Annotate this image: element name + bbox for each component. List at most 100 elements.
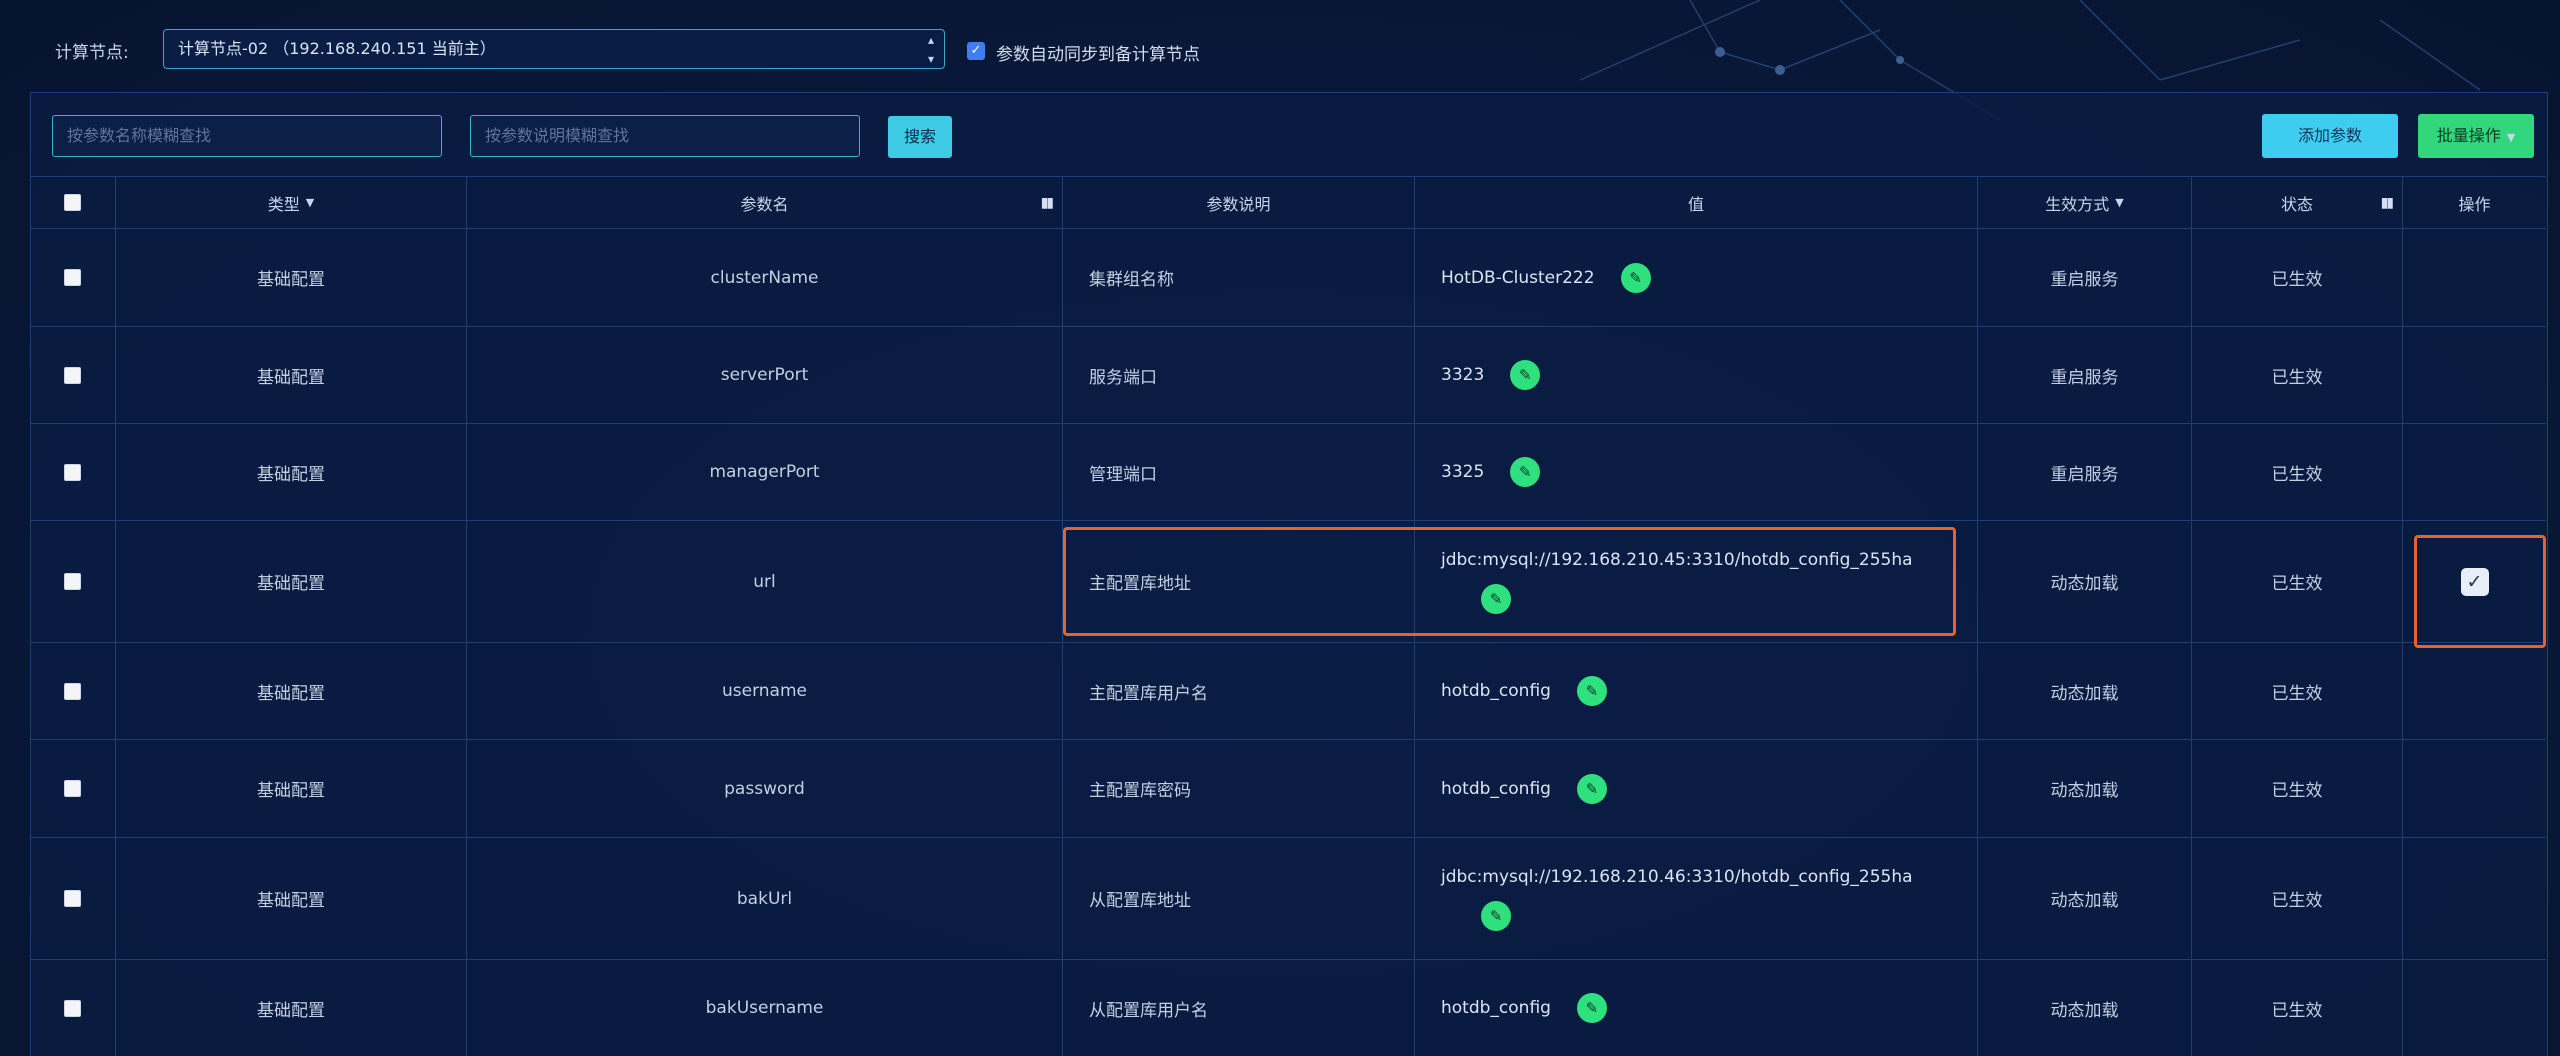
header-select-all-cell xyxy=(30,177,115,228)
pencil-icon[interactable]: ✎ xyxy=(1576,676,1607,706)
node-select-value: 计算节点-02 （192.168.240.151 当前主） xyxy=(178,39,496,58)
search-button[interactable]: 搜索 xyxy=(888,116,952,158)
status-cell: 已生效 xyxy=(2191,229,2402,326)
value-cell: HotDB-Cluster222 ✎ xyxy=(1414,229,1977,326)
value-text: hotdb_config xyxy=(1441,681,1551,701)
row-select-cell xyxy=(30,521,115,642)
status-cell: 已生效 xyxy=(2191,838,2402,959)
type-cell: 基础配置 xyxy=(115,838,466,959)
mode-cell: 动态加载 xyxy=(1977,838,2191,959)
row-checkbox[interactable] xyxy=(64,999,81,1017)
node-select[interactable]: 计算节点-02 （192.168.240.151 当前主） ▴ ▾ xyxy=(163,29,945,69)
header-op: 操作 xyxy=(2402,177,2546,228)
row-select-cell xyxy=(30,740,115,837)
table-row: 基础配置 password 主配置库密码 hotdb_config ✎ 动态加载 … xyxy=(30,739,2546,837)
row-checkbox[interactable] xyxy=(64,780,81,797)
desc-cell: 主配置库密码 xyxy=(1062,740,1414,837)
header-value-label: 值 xyxy=(1687,194,1704,214)
search-name-placeholder: 按参数名称模糊查找 xyxy=(67,126,212,145)
row-select-cell xyxy=(30,229,115,326)
row-checkbox[interactable] xyxy=(64,269,81,286)
top-toolbar: 计算节点: 计算节点-02 （192.168.240.151 当前主） ▴ ▾ ✓… xyxy=(0,0,2560,92)
op-cell xyxy=(2402,960,2546,1056)
mode-cell: 重启服务 xyxy=(1977,327,2191,423)
name-cell: username xyxy=(466,643,1062,739)
name-cell: url xyxy=(466,521,1062,642)
header-desc-label: 参数说明 xyxy=(1206,194,1271,214)
row-checkbox[interactable] xyxy=(64,573,81,590)
name-cell: managerPort xyxy=(466,424,1062,520)
header-type-label: 类型 xyxy=(267,194,300,214)
type-cell: 基础配置 xyxy=(115,643,466,739)
value-cell: hotdb_config ✎ xyxy=(1414,960,1977,1056)
mode-cell: 重启服务 xyxy=(1977,229,2191,326)
op-cell xyxy=(2402,424,2546,520)
status-cell: 已生效 xyxy=(2191,960,2402,1056)
table-header: 类型 ▼ 参数名 ▮▮ 参数说明 值 生效方式 ▼ 状态 ▮▮ 操作 xyxy=(30,176,2546,228)
value-cell: 3325 ✎ xyxy=(1414,424,1977,520)
status-cell: 已生效 xyxy=(2191,424,2402,520)
desc-cell: 从配置库地址 xyxy=(1062,838,1414,959)
header-type[interactable]: 类型 ▼ xyxy=(115,177,466,228)
pencil-icon[interactable]: ✎ xyxy=(1620,262,1651,293)
op-cell xyxy=(2402,643,2546,739)
search-name-input[interactable]: 按参数名称模糊查找 xyxy=(52,115,442,157)
header-mode[interactable]: 生效方式 ▼ xyxy=(1977,177,2191,228)
status-cell: 已生效 xyxy=(2191,740,2402,837)
pencil-icon[interactable]: ✎ xyxy=(1510,457,1541,487)
type-cell: 基础配置 xyxy=(115,740,466,837)
table-row: 基础配置 managerPort 管理端口 3325 ✎ 重启服务 已生效 xyxy=(30,423,2546,520)
row-checkbox[interactable] xyxy=(64,682,81,700)
search-desc-placeholder: 按参数说明模糊查找 xyxy=(485,126,630,145)
batch-ops-button[interactable]: 批量操作 ▼ xyxy=(2418,114,2534,158)
caret-down-icon: ▼ xyxy=(2115,196,2124,209)
op-cell xyxy=(2402,838,2546,959)
header-name: 参数名 ▮▮ xyxy=(466,177,1062,228)
value-cell: jdbc:mysql://192.168.210.46:3310/hotdb_c… xyxy=(1414,838,1977,959)
filter-icon[interactable]: ▮▮ xyxy=(1041,195,1054,211)
pencil-icon[interactable]: ✎ xyxy=(1576,773,1607,804)
mode-cell: 动态加载 xyxy=(1977,740,2191,837)
row-select-cell xyxy=(30,643,115,739)
pencil-icon[interactable]: ✎ xyxy=(1481,900,1511,931)
table-row: 基础配置 username 主配置库用户名 hotdb_config ✎ 动态加载… xyxy=(30,642,2546,739)
name-cell: bakUsername xyxy=(466,960,1062,1056)
select-arrows-icon: ▴ ▾ xyxy=(927,33,934,66)
value-text: hotdb_config xyxy=(1441,778,1551,799)
table-row: 基础配置 bakUsername 从配置库用户名 hotdb_config ✎ 动… xyxy=(30,959,2546,1056)
mode-cell: 重启服务 xyxy=(1977,424,2191,520)
pencil-icon[interactable]: ✎ xyxy=(1510,360,1541,390)
row-select-cell xyxy=(30,327,115,423)
value-text: 3323 xyxy=(1441,365,1485,385)
row-checkbox[interactable] xyxy=(64,366,81,384)
header-mode-label: 生效方式 xyxy=(2045,194,2110,214)
name-cell: bakUrl xyxy=(466,838,1062,959)
sync-checkbox[interactable]: ✓ xyxy=(967,42,985,60)
highlight-box-desc-value xyxy=(1063,527,1956,636)
op-cell xyxy=(2402,327,2546,423)
row-checkbox[interactable] xyxy=(64,463,81,481)
highlight-box-op xyxy=(2414,535,2546,648)
value-text: 3325 xyxy=(1441,462,1485,482)
batch-ops-label: 批量操作 xyxy=(2436,126,2501,145)
pencil-icon[interactable]: ✎ xyxy=(1576,993,1607,1023)
caret-down-icon: ▼ xyxy=(305,196,315,209)
name-cell: clusterName xyxy=(466,229,1062,326)
filter-icon[interactable]: ▮▮ xyxy=(2381,195,2394,211)
status-cell: 已生效 xyxy=(2191,521,2402,642)
desc-cell: 集群组名称 xyxy=(1062,229,1414,326)
desc-cell: 从配置库用户名 xyxy=(1062,960,1414,1056)
select-all-checkbox[interactable] xyxy=(64,194,81,211)
status-cell: 已生效 xyxy=(2191,643,2402,739)
search-desc-input[interactable]: 按参数说明模糊查找 xyxy=(470,115,860,157)
op-cell xyxy=(2402,740,2546,837)
header-status: 状态 ▮▮ xyxy=(2191,177,2402,228)
desc-cell: 管理端口 xyxy=(1062,424,1414,520)
row-checkbox[interactable] xyxy=(64,890,81,907)
sync-label: 参数自动同步到备计算节点 xyxy=(996,45,1200,65)
table-row: 基础配置 clusterName 集群组名称 HotDB-Cluster222 ✎… xyxy=(30,228,2546,326)
header-status-label: 状态 xyxy=(2280,194,2313,214)
desc-cell: 主配置库用户名 xyxy=(1062,643,1414,739)
header-name-label: 参数名 xyxy=(740,194,789,214)
add-param-button[interactable]: 添加参数 xyxy=(2262,114,2398,158)
